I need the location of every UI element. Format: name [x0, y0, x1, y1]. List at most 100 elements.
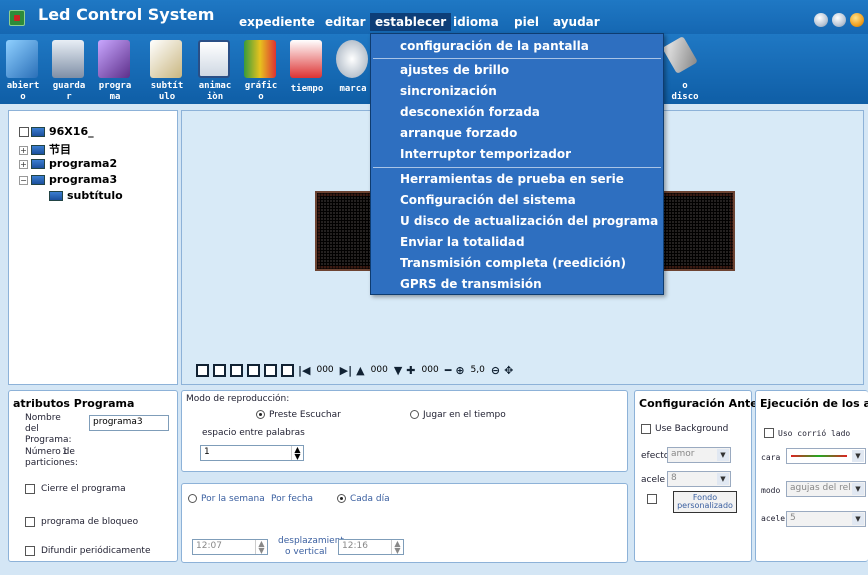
- custom-bg-checkbox[interactable]: [647, 494, 657, 504]
- lock-program-label: programa de bloqueo: [41, 517, 139, 527]
- animation-button[interactable]: animac iòn: [192, 34, 236, 104]
- layout-icon[interactable]: [281, 363, 294, 377]
- tree-child[interactable]: subtítulo: [49, 189, 123, 202]
- radio-week[interactable]: Por la semana: [188, 494, 265, 505]
- exec-accel-select[interactable]: 5 ▼: [786, 511, 866, 527]
- effect-select[interactable]: amor ▼: [667, 447, 731, 463]
- lock-program-checkbox[interactable]: [25, 517, 35, 527]
- close-program-checkbox[interactable]: [25, 484, 35, 494]
- program-name-input[interactable]: programa3: [89, 415, 169, 431]
- close-icon[interactable]: [850, 13, 864, 27]
- use-side-checkbox[interactable]: [764, 428, 774, 438]
- menu-item-sync[interactable]: sincronización: [400, 84, 497, 98]
- end-time-input[interactable]: 12:16 ▲ ▼: [338, 539, 404, 555]
- periodic-label: Difundir periódicamente: [41, 546, 151, 556]
- radio-daily[interactable]: Cada día: [337, 494, 390, 505]
- checkbox-icon[interactable]: [19, 127, 29, 137]
- spinner-icon[interactable]: ▲ ▼: [255, 540, 267, 555]
- minus-icon[interactable]: ━: [445, 364, 452, 377]
- radio-date-label[interactable]: Por fecha: [271, 494, 313, 505]
- spinner-icon[interactable]: ▲ ▼: [391, 540, 403, 555]
- menu-item-serial-test[interactable]: Herramientas de prueba en serie: [400, 172, 624, 186]
- save-button[interactable]: guarda r: [46, 34, 90, 104]
- face-select[interactable]: ▼: [786, 448, 866, 464]
- periodic-checkbox[interactable]: [25, 546, 35, 556]
- minimize-icon[interactable]: [814, 13, 828, 27]
- plus-icon[interactable]: ✚: [406, 364, 415, 377]
- disk-button[interactable]: o disco: [662, 34, 706, 104]
- radio-timed[interactable]: Jugar en el tiempo: [410, 410, 506, 421]
- menu-piel[interactable]: piel: [509, 13, 544, 31]
- program-tree[interactable]: 96X16_ + 节目 + programa2 − programa3 subtítu…: [8, 110, 178, 385]
- menu-item-force-off[interactable]: desconexión forzada: [400, 105, 540, 119]
- menu-item-gprs[interactable]: GPRS de transmisión: [400, 277, 542, 291]
- menu-item-full-transmit[interactable]: Transmisión completa (reedición): [400, 256, 626, 270]
- layout-icon[interactable]: [196, 363, 209, 377]
- schedule-panel: Por la semana Por fecha Cada día 12:07 ▲ ▼…: [181, 483, 628, 563]
- tree-node-3[interactable]: − programa3: [19, 173, 117, 186]
- screen-icon: [31, 145, 45, 155]
- menu-item-timer[interactable]: Interruptor temporizador: [400, 147, 571, 161]
- tree-root[interactable]: 96X16_: [19, 125, 94, 138]
- radio-icon[interactable]: [337, 494, 346, 503]
- menu-item-usb-update[interactable]: U disco de actualización del programa: [400, 214, 658, 228]
- layout-icon[interactable]: [247, 363, 260, 377]
- chevron-down-icon[interactable]: ▼: [852, 513, 864, 525]
- layout-icon[interactable]: [264, 363, 277, 377]
- size-value: 000: [421, 365, 439, 375]
- custom-background-button[interactable]: Fondo personalizado: [673, 491, 737, 513]
- subtitle-button[interactable]: subtít ulo: [144, 34, 188, 104]
- time-button[interactable]: tiempo: [284, 34, 328, 104]
- down-icon[interactable]: ▼: [394, 364, 402, 377]
- menu-item-send-all[interactable]: Enviar la totalidad: [400, 235, 525, 249]
- spacing-input[interactable]: 1 ▲ ▼: [200, 445, 304, 461]
- menu-item-system-config[interactable]: Configuración del sistema: [400, 193, 576, 207]
- offset-label: desplazamient o vertical: [278, 536, 344, 557]
- layout-icon[interactable]: [213, 363, 226, 377]
- open-button[interactable]: abiert o: [0, 34, 44, 104]
- graphic-button[interactable]: gráfic o: [238, 34, 282, 104]
- last-icon[interactable]: ▶|: [340, 364, 352, 377]
- open-label: abiert o: [6, 81, 40, 102]
- tree-node-2[interactable]: + programa2: [19, 157, 117, 170]
- radio-icon[interactable]: [188, 494, 197, 503]
- screen-icon: [31, 175, 45, 185]
- spinner-icon[interactable]: ▲ ▼: [291, 446, 303, 461]
- accel-select[interactable]: 8 ▼: [667, 471, 731, 487]
- fit-icon[interactable]: ✥: [504, 364, 513, 377]
- expand-icon[interactable]: +: [19, 145, 28, 155]
- collapse-icon[interactable]: −: [19, 175, 28, 185]
- zoom-in-icon[interactable]: ⊕: [455, 364, 464, 377]
- expand-icon[interactable]: +: [19, 159, 28, 169]
- menu-expediente[interactable]: expediente: [234, 13, 320, 31]
- calendar-icon: [290, 40, 322, 78]
- menu-idioma[interactable]: idioma: [448, 13, 504, 31]
- menu-establecer[interactable]: establecer: [370, 13, 452, 31]
- layout-icon[interactable]: [230, 363, 243, 377]
- menu-editar[interactable]: editar: [320, 13, 371, 31]
- chevron-down-icon[interactable]: ▼: [852, 450, 864, 462]
- menu-ayudar[interactable]: ayudar: [548, 13, 605, 31]
- program-button[interactable]: progra ma: [92, 34, 136, 104]
- tree-root-label: 96X16_: [49, 125, 94, 138]
- menu-item-force-on[interactable]: arranque forzado: [400, 126, 517, 140]
- offset-value: 000: [370, 365, 388, 375]
- radio-icon[interactable]: [410, 410, 419, 419]
- chevron-down-icon[interactable]: ▼: [717, 449, 729, 461]
- radio-listen[interactable]: Preste Escuchar: [256, 410, 341, 421]
- mark-button[interactable]: marca: [330, 34, 374, 104]
- use-background-checkbox[interactable]: [641, 424, 651, 434]
- start-time-input[interactable]: 12:07 ▲ ▼: [192, 539, 268, 555]
- chevron-down-icon[interactable]: ▼: [852, 483, 864, 495]
- first-icon[interactable]: |◀: [298, 364, 310, 377]
- chevron-down-icon[interactable]: ▼: [717, 473, 729, 485]
- radio-icon[interactable]: [256, 410, 265, 419]
- close-program-label: Cierre el programa: [41, 484, 126, 494]
- restore-icon[interactable]: [832, 13, 846, 27]
- up-icon[interactable]: ▲: [356, 364, 364, 377]
- menu-item-screen-config[interactable]: configuración de la pantalla: [400, 39, 589, 53]
- tree-node-1[interactable]: + 节目: [19, 141, 71, 157]
- zoom-out-icon[interactable]: ⊖: [491, 364, 500, 377]
- mode-select[interactable]: agujas del rel ▼: [786, 481, 866, 497]
- menu-item-brightness[interactable]: ajustes de brillo: [400, 63, 509, 77]
